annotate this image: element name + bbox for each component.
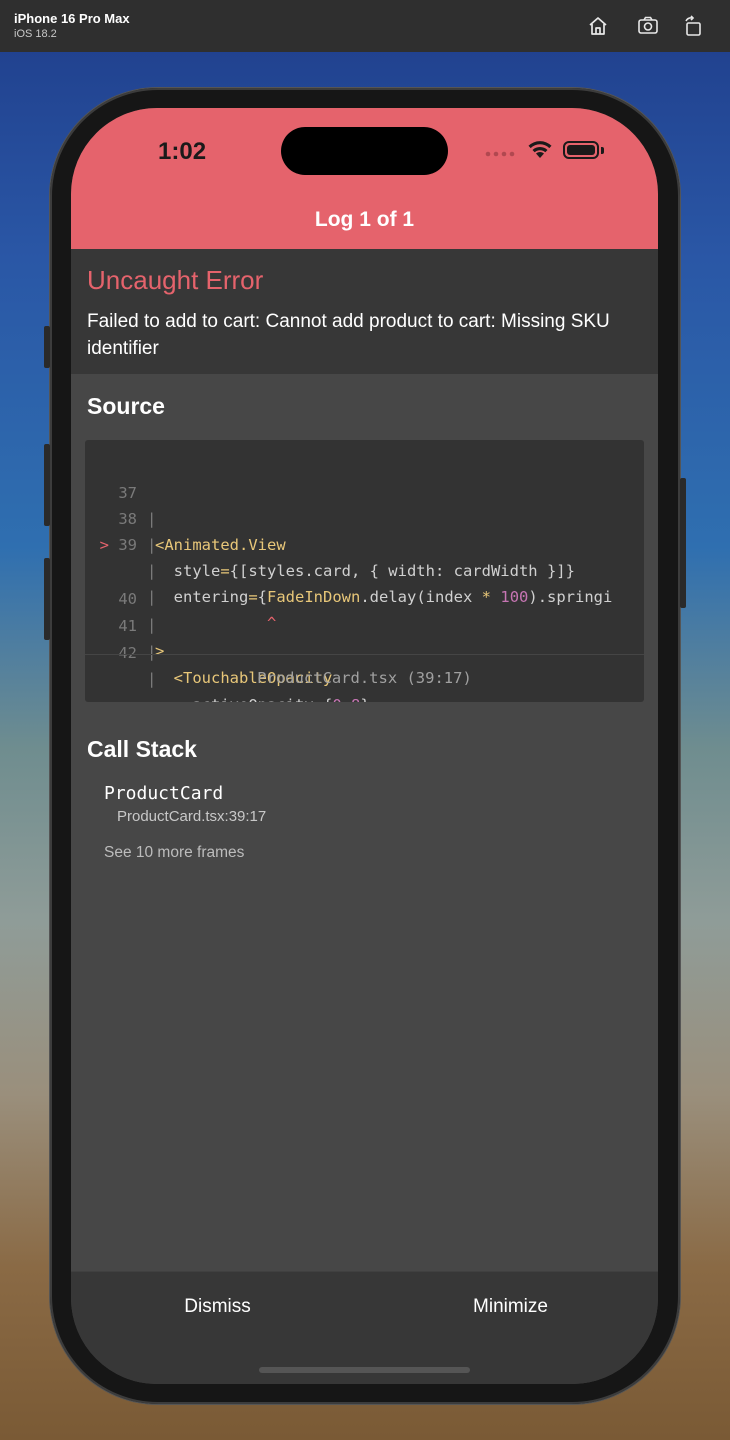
rotate-icon[interactable] (681, 14, 705, 38)
stack-frame-name[interactable]: ProductCard (104, 783, 223, 804)
power-button (680, 478, 686, 608)
call-stack-title: Call Stack (87, 736, 197, 762)
battery-icon (563, 141, 599, 159)
log-header: 1:02 Log 1 of 1 (71, 108, 658, 249)
device-name: iPhone 16 Pro Max (14, 11, 130, 26)
dynamic-island (281, 127, 448, 175)
minimize-button[interactable]: Minimize (364, 1296, 657, 1318)
see-more-frames-link[interactable]: See 10 more frames (104, 844, 244, 862)
error-panel: Uncaught Error Failed to add to cart: Ca… (71, 249, 658, 374)
code-line: 37 | <Animated.View (85, 454, 644, 554)
code-line: 40 | > (85, 560, 644, 660)
home-icon[interactable] (586, 14, 610, 38)
volume-up-button (44, 444, 50, 526)
code-line: 38 | style={[styles.card, { width: cardW… (85, 480, 644, 580)
simulator-toolbar: iPhone 16 Pro Max iOS 18.2 (0, 0, 730, 52)
source-file-reference[interactable]: ProductCard.tsx (39:17) (85, 662, 644, 694)
home-indicator (259, 1367, 470, 1373)
source-title: Source (87, 393, 165, 419)
code-line: | ^ (85, 532, 644, 632)
phone-screen: 1:02 Log 1 of 1 Uncaught Error Failed to… (71, 108, 658, 1384)
stack-frame-location[interactable]: ProductCard.tsx:39:17 (117, 808, 266, 825)
code-divider (85, 654, 644, 655)
error-type: Uncaught Error (87, 265, 264, 295)
code-text: > (155, 642, 165, 660)
wifi-icon (528, 141, 552, 158)
code-frame[interactable]: 37 | <Animated.View 38 | style={[styles.… (85, 440, 644, 702)
log-counter-title: Log 1 of 1 (314, 208, 415, 231)
os-version: iOS 18.2 (14, 28, 57, 40)
code-line-highlighted: > 39 | entering={FadeInDown.delay(index … (85, 506, 644, 606)
volume-down-button (44, 558, 50, 640)
code-line: 41 | <TouchableOpacity (85, 587, 644, 687)
dismiss-button[interactable]: Dismiss (71, 1296, 364, 1318)
action-button (44, 326, 50, 368)
battery-cap (601, 147, 604, 154)
error-message: Failed to add to cart: Cannot add produc… (87, 311, 610, 359)
cellular-signal-icon (485, 151, 515, 157)
status-time: 1:02 (158, 138, 207, 165)
screenshot-icon[interactable] (636, 14, 660, 38)
code-line: 42 | activeOpacity={0.8} (85, 614, 644, 702)
